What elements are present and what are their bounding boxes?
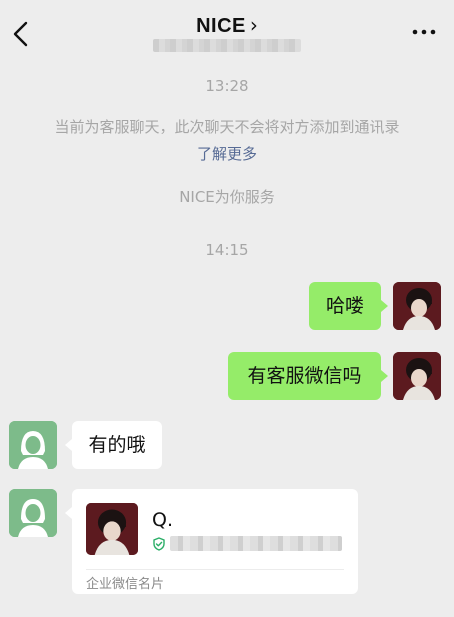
service-agent-icon bbox=[9, 489, 57, 537]
user-photo-icon bbox=[393, 282, 441, 330]
divider bbox=[86, 569, 344, 570]
bubble-tail bbox=[381, 300, 388, 312]
user-photo-icon bbox=[393, 352, 441, 400]
message-bubble-outgoing[interactable]: 哈喽 bbox=[309, 282, 381, 330]
service-notice: NICE为你服务 bbox=[179, 188, 275, 206]
timestamp: 14:15 bbox=[205, 241, 249, 259]
service-avatar[interactable] bbox=[9, 421, 57, 469]
chat-header: NICE › bbox=[0, 0, 454, 62]
more-dots-icon[interactable] bbox=[412, 22, 436, 42]
timestamp: 13:28 bbox=[205, 77, 249, 95]
service-avatar[interactable] bbox=[9, 489, 57, 537]
card-avatar bbox=[86, 503, 138, 555]
bubble-tail bbox=[65, 439, 72, 451]
contact-photo-icon bbox=[86, 503, 138, 555]
card-type-label: 企业微信名片 bbox=[86, 577, 165, 592]
message-bubble-incoming[interactable]: 有的哦 bbox=[72, 421, 162, 469]
avatar[interactable] bbox=[393, 352, 441, 400]
contact-card[interactable]: Q. 企业微信名片 bbox=[72, 489, 358, 594]
verified-shield-icon bbox=[153, 537, 165, 551]
system-notice: 当前为客服聊天，此次聊天不会将对方添加到通讯录 了解更多 bbox=[0, 114, 454, 168]
chat-title-wrap[interactable]: NICE › bbox=[0, 13, 454, 38]
service-agent-icon bbox=[9, 421, 57, 469]
subtitle-redacted bbox=[153, 39, 301, 52]
card-detail-redacted bbox=[170, 536, 342, 551]
message-text: 哈喽 bbox=[325, 295, 364, 317]
bubble-tail bbox=[65, 507, 72, 519]
message-text: 有的哦 bbox=[88, 434, 146, 456]
title-chevron-icon: › bbox=[249, 13, 258, 37]
notice-text: 当前为客服聊天，此次聊天不会将对方添加到通讯录 bbox=[54, 118, 400, 136]
card-contact-name: Q. bbox=[152, 509, 173, 531]
bubble-tail bbox=[381, 370, 388, 382]
learn-more-link[interactable]: 了解更多 bbox=[0, 141, 454, 168]
message-bubble-outgoing[interactable]: 有客服微信吗 bbox=[228, 352, 381, 400]
avatar[interactable] bbox=[393, 282, 441, 330]
message-text: 有客服微信吗 bbox=[247, 365, 362, 387]
chat-title[interactable]: NICE bbox=[196, 15, 246, 37]
